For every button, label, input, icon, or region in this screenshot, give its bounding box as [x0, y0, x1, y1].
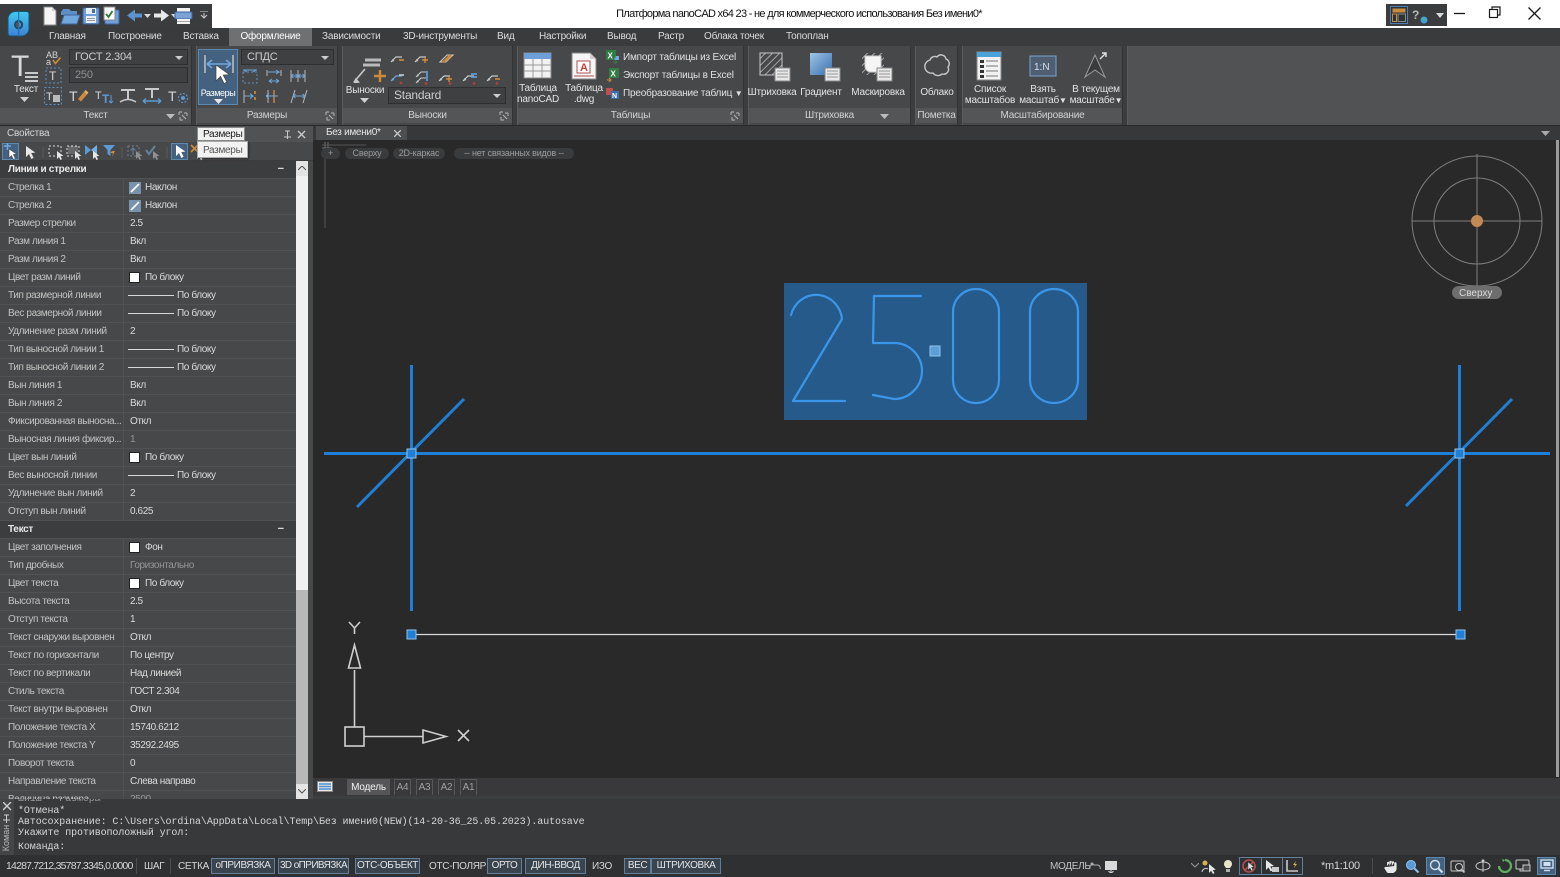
svg-text:Т: Т	[46, 91, 53, 103]
svg-text:а: а	[46, 57, 51, 65]
svg-text:А: А	[580, 62, 588, 74]
svg-text:?: ?	[1412, 8, 1419, 22]
svg-text:Т: Т	[95, 90, 102, 102]
svg-text:Т: Т	[49, 69, 57, 83]
svg-text:Т: Т	[168, 88, 177, 104]
svg-text:X: X	[611, 70, 617, 79]
svg-text:Т: Т	[102, 92, 110, 105]
svg-text:1:N: 1:N	[1034, 62, 1050, 73]
svg-text:Т: Т	[69, 88, 78, 104]
svg-text:N: N	[612, 93, 617, 100]
svg-text:X: X	[608, 52, 614, 61]
svg-text:Сверху: Сверху	[1459, 288, 1492, 299]
